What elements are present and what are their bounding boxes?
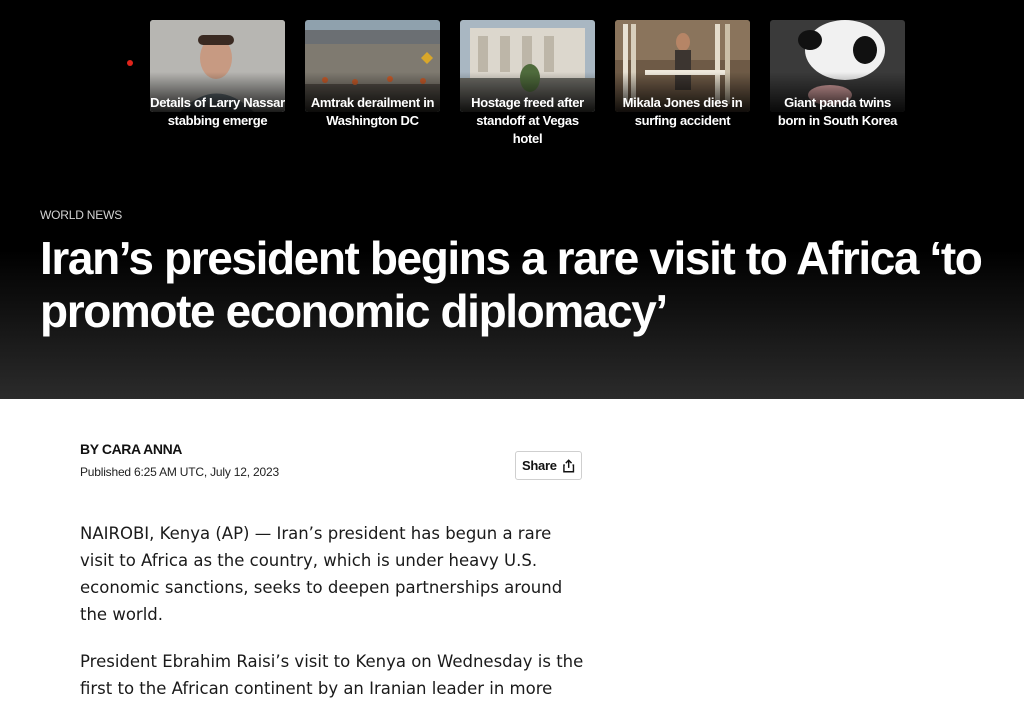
section-label[interactable]: WORLD NEWS: [40, 208, 122, 222]
share-icon: [562, 458, 574, 472]
top-story-card[interactable]: Mikala Jones dies in surfing accident: [615, 20, 750, 160]
live-indicator-dot: [127, 60, 133, 66]
top-story-card[interactable]: Giant panda twins born in South Korea: [770, 20, 905, 160]
story-label: Mikala Jones dies in surfing accident: [622, 95, 743, 128]
share-label: Share: [522, 458, 557, 473]
article-paragraph: NAIROBI, Kenya (AP) — Iran’s president h…: [80, 524, 563, 624]
top-story-card[interactable]: Amtrak derailment in Washington DC: [305, 20, 440, 160]
article-paragraph: President Ebrahim Raisi’s visit to Kenya…: [80, 652, 584, 698]
story-label: Hostage freed after standoff at Vegas ho…: [471, 95, 584, 146]
article-headline: Iran’s president begins a rare visit to …: [40, 232, 983, 337]
byline: BY CARA ANNA: [80, 441, 183, 457]
story-label: Details of Larry Nassar stabbing emerge: [150, 95, 285, 128]
top-story-card[interactable]: Hostage freed after standoff at Vegas ho…: [460, 20, 595, 160]
story-label: Amtrak derailment in Washington DC: [310, 95, 435, 128]
article-body: NAIROBI, Kenya (AP) — Iran’s president h…: [80, 520, 590, 722]
top-story-card[interactable]: Details of Larry Nassar stabbing emerge: [150, 20, 285, 160]
story-label: Giant panda twins born in South Korea: [777, 95, 898, 128]
share-button[interactable]: Share: [515, 451, 582, 480]
published-timestamp: Published 6:25 AM UTC, July 12, 2023: [80, 465, 279, 479]
article-hero: Details of Larry Nassar stabbing emerge …: [0, 0, 1024, 399]
